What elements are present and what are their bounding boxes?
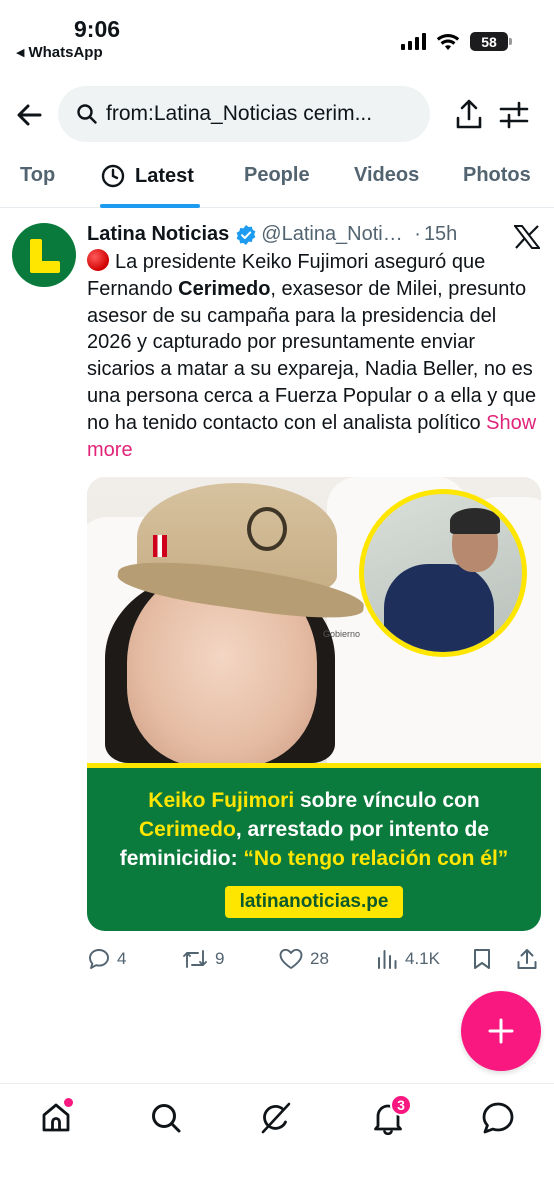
reply-count: 4 bbox=[117, 949, 127, 968]
search-icon bbox=[77, 104, 97, 124]
tweet-text-bold: Cerimedo bbox=[178, 277, 271, 300]
avatar[interactable] bbox=[12, 223, 76, 287]
gobierno-label: Gobierno bbox=[323, 629, 361, 639]
nav-notifications[interactable]: 3 bbox=[370, 1094, 412, 1136]
headline-text: Keiko Fujimori sobre vínculo con Cerimed… bbox=[119, 789, 509, 870]
messages-icon bbox=[482, 1102, 514, 1134]
x-logo-icon bbox=[514, 225, 540, 249]
bookmark-icon bbox=[474, 949, 490, 969]
verified-icon bbox=[236, 224, 256, 245]
tweet-header: Latina Noticias @Latina_Notici... · 15h bbox=[87, 223, 487, 246]
views-icon bbox=[378, 950, 397, 969]
nav-messages[interactable] bbox=[480, 1100, 516, 1136]
headline-banner: Keiko Fujimori sobre vínculo con Cerimed… bbox=[87, 763, 541, 931]
back-app-label: WhatsApp bbox=[28, 44, 103, 61]
repost-count: 9 bbox=[215, 949, 225, 968]
clock-icon bbox=[101, 164, 125, 188]
notifications-badge: 3 bbox=[390, 1094, 412, 1116]
repost-icon bbox=[183, 950, 207, 968]
tab-latest[interactable]: Latest bbox=[101, 164, 194, 188]
crest-emblem-icon bbox=[247, 507, 287, 551]
search-input[interactable]: from:Latina_Noticias cerim... bbox=[58, 86, 430, 142]
search-header: from:Latina_Noticias cerim... bbox=[0, 86, 554, 144]
search-tabs: Top Latest People Videos Photos bbox=[0, 148, 554, 208]
peru-flag-icon bbox=[153, 535, 167, 557]
like-button[interactable]: 28 bbox=[278, 947, 329, 971]
back-to-app-link[interactable]: ◀ WhatsApp bbox=[16, 44, 103, 61]
back-arrow-icon[interactable] bbox=[14, 100, 44, 130]
like-count: 28 bbox=[310, 949, 329, 968]
home-unread-dot bbox=[64, 1098, 73, 1107]
nav-home[interactable] bbox=[38, 1098, 74, 1136]
like-icon bbox=[279, 948, 303, 969]
tweet-text-part-2: , exasesor de Milei, presunto asesor de … bbox=[87, 277, 537, 434]
share-post-button[interactable] bbox=[515, 947, 539, 971]
views-button[interactable]: 4.1K bbox=[375, 947, 440, 971]
share-icon[interactable] bbox=[454, 98, 484, 130]
back-triangle-icon: ◀ bbox=[16, 47, 25, 59]
tab-top[interactable]: Top bbox=[20, 164, 55, 187]
tweet-media-image[interactable]: Gobierno Keiko Fujimori sobre vínculo co… bbox=[87, 477, 541, 931]
filter-icon[interactable] bbox=[498, 100, 530, 130]
active-tab-indicator bbox=[100, 204, 200, 208]
tab-photos[interactable]: Photos bbox=[463, 164, 531, 187]
battery-indicator: 58 bbox=[470, 32, 512, 51]
tab-people[interactable]: People bbox=[244, 164, 310, 187]
view-count: 4.1K bbox=[405, 949, 440, 968]
author-name[interactable]: Latina Noticias bbox=[87, 223, 229, 246]
reply-button[interactable]: 4 bbox=[87, 947, 126, 971]
tab-latest-label: Latest bbox=[135, 164, 194, 187]
compose-post-button[interactable] bbox=[461, 991, 541, 1071]
explore-icon bbox=[152, 1104, 181, 1133]
nav-grok[interactable] bbox=[258, 1100, 294, 1136]
tweet-actions: 4 9 28 4.1K bbox=[87, 947, 543, 979]
bottom-navigation: 3 bbox=[0, 1083, 554, 1200]
author-handle[interactable]: @Latina_Notici... bbox=[261, 223, 411, 246]
nav-explore[interactable] bbox=[148, 1100, 184, 1136]
grok-icon bbox=[261, 1102, 291, 1134]
compose-icon bbox=[488, 1018, 514, 1044]
wifi-icon bbox=[436, 33, 460, 50]
media-photo: Gobierno bbox=[87, 477, 541, 777]
cellular-signal-icon bbox=[401, 33, 426, 50]
status-time: 9:06 bbox=[74, 16, 121, 42]
search-query: from:Latina_Noticias cerim... bbox=[106, 102, 373, 125]
share-post-icon bbox=[517, 949, 537, 969]
inset-photo bbox=[359, 489, 527, 657]
reply-icon bbox=[89, 949, 109, 969]
tweet-text: La presidente Keiko Fujimori aseguró que… bbox=[87, 249, 539, 463]
source-url-badge: latinanoticias.pe bbox=[225, 886, 403, 918]
red-circle-emoji-icon bbox=[87, 249, 109, 271]
status-icons: 58 bbox=[401, 32, 512, 51]
separator-dot: · bbox=[414, 223, 421, 245]
status-bar: 9:06 ◀ WhatsApp 58 bbox=[0, 0, 554, 70]
bookmark-button[interactable] bbox=[471, 947, 493, 971]
tweet-time[interactable]: 15h bbox=[424, 223, 457, 246]
tab-videos[interactable]: Videos bbox=[354, 164, 419, 187]
repost-button[interactable]: 9 bbox=[181, 947, 224, 971]
